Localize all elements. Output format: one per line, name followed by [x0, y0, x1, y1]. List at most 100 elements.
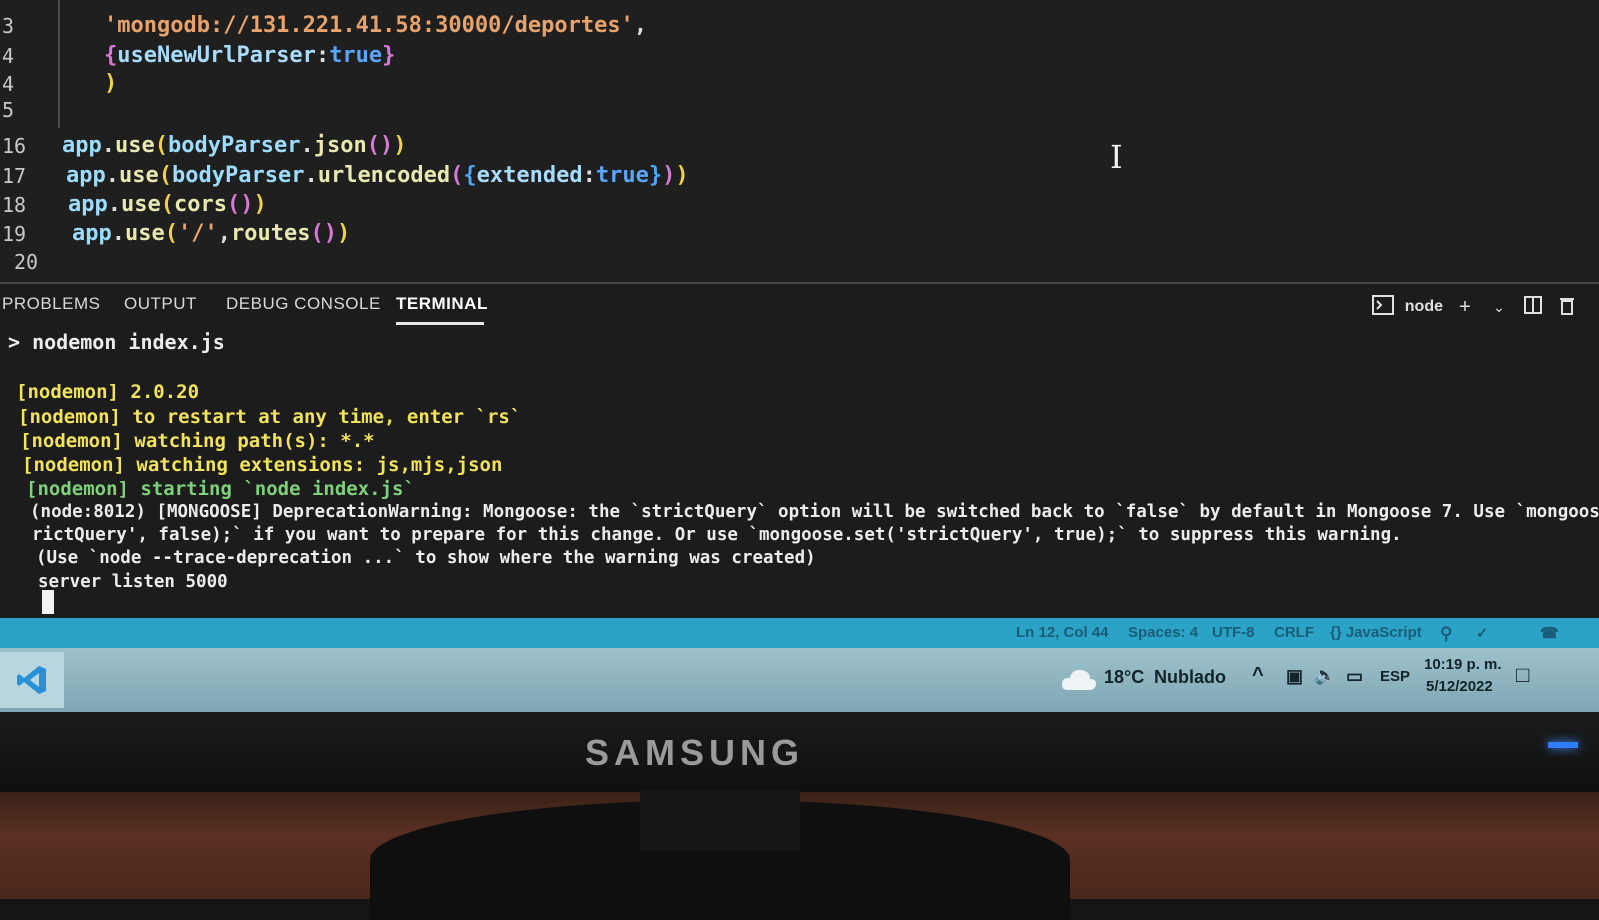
weather-desc[interactable]: Nublado	[1154, 667, 1226, 688]
code-token: json	[313, 133, 367, 158]
code-token: urlencoded	[317, 163, 451, 188]
line-number: 16	[2, 134, 27, 158]
code-line[interactable]: 20	[0, 248, 1599, 276]
terminal-line: rictQuery', false);` if you want to prep…	[32, 525, 1402, 545]
display-icon[interactable]: ▭	[1346, 666, 1363, 687]
terminal-name[interactable]: node	[1405, 298, 1443, 316]
terminal-output[interactable]: > nodemon index.js [nodemon] 2.0.20 [nod…	[0, 328, 1599, 618]
tab-output[interactable]: OUTPUT	[124, 294, 197, 314]
bottom-panel: PROBLEMS OUTPUT DEBUG CONSOLE TERMINAL n…	[0, 282, 1599, 620]
tab-problems[interactable]: PROBLEMS	[2, 294, 100, 314]
line-number: 20	[14, 250, 39, 274]
code-token: ()	[366, 133, 394, 158]
code-line[interactable]: 4 {useNewUrlParser:true}	[0, 42, 1599, 70]
code-token: true	[595, 163, 649, 188]
text-cursor-icon: I	[1110, 138, 1123, 176]
feedback-icon[interactable]: ⚲	[1440, 624, 1452, 644]
code-token: true	[329, 43, 383, 68]
terminal-prompt: > nodemon index.js	[8, 330, 225, 354]
code-text: app.use('/',routes())	[72, 220, 350, 248]
language-indicator[interactable]: ESP	[1380, 668, 1410, 685]
code-token: 'mongodb://131.221.41.58:30000/deportes'	[104, 13, 634, 38]
code-token: :	[582, 163, 596, 188]
code-token: app	[62, 133, 102, 158]
terminal-line: [nodemon] watching extensions: js,mjs,js…	[22, 454, 503, 476]
code-line[interactable]: 3 'mongodb://131.221.41.58:30000/deportes…	[0, 12, 1599, 40]
code-token: .	[101, 133, 115, 158]
status-indentation[interactable]: Spaces: 4	[1128, 624, 1198, 641]
clock-time[interactable]: 10:19 p. m.	[1424, 656, 1502, 673]
line-number: 4	[2, 72, 15, 96]
code-text: app.use(bodyParser.urlencoded({extended:…	[66, 162, 689, 190]
tab-terminal[interactable]: TERMINAL	[396, 294, 488, 314]
code-token: ()	[226, 192, 254, 217]
code-token: use	[119, 163, 159, 188]
check-icon[interactable]: ✓	[1476, 624, 1489, 642]
vscode-icon	[17, 666, 46, 694]
code-token: extended	[476, 163, 583, 188]
code-text: app.use(cors())	[68, 191, 267, 219]
code-token: app	[68, 192, 108, 217]
line-number: 3	[2, 14, 15, 38]
status-eol[interactable]: CRLF	[1274, 624, 1314, 641]
notifications-icon[interactable]: ☎	[1540, 624, 1559, 642]
code-token: .	[300, 133, 314, 158]
chevron-up-icon[interactable]: ^	[1252, 664, 1264, 687]
code-token: {	[104, 43, 118, 68]
status-language[interactable]: {} JavaScript	[1330, 624, 1422, 641]
code-line[interactable]: 16 app.use(bodyParser.json())	[0, 132, 1599, 160]
code-text: 'mongodb://131.221.41.58:30000/deportes'…	[104, 12, 647, 40]
terminal-line: [nodemon] watching path(s): *.*	[20, 430, 375, 452]
code-text: app.use(bodyParser.json())	[62, 132, 406, 160]
terminal-line: [nodemon] starting `node index.js`	[26, 478, 415, 500]
vscode-taskbar-button[interactable]	[0, 652, 64, 708]
split-icon[interactable]	[1521, 295, 1545, 319]
code-token: app	[66, 163, 106, 188]
code-token: .	[111, 221, 125, 246]
code-token: '/'	[178, 221, 218, 246]
tab-debug-console[interactable]: DEBUG CONSOLE	[226, 294, 381, 314]
code-token: .	[304, 163, 318, 188]
chevron-down-icon[interactable]: ⌄	[1487, 295, 1511, 319]
code-line[interactable]: 4)	[0, 70, 1599, 98]
code-token: (	[158, 163, 172, 188]
code-line[interactable]: 18 app.use(cors())	[0, 191, 1599, 219]
code-token: useNewUrlParser	[117, 43, 316, 68]
taskbar: 18°C Nublado ^ ▣ 🔈 ▭ ESP 10:19 p. m. 5/1…	[0, 648, 1599, 712]
code-token: ()	[310, 221, 337, 246]
terminal-icon[interactable]	[1371, 295, 1395, 319]
trash-icon[interactable]	[1555, 295, 1579, 319]
terminal-line: (node:8012) [MONGOOSE] DeprecationWarnin…	[30, 502, 1599, 522]
code-token: )	[393, 133, 407, 158]
code-line[interactable]: 17 app.use(bodyParser.urlencoded({extende…	[0, 162, 1599, 190]
code-text: )	[104, 70, 117, 98]
line-number: 4	[2, 44, 15, 68]
code-editor[interactable]: 3 'mongodb://131.221.41.58:30000/deportes…	[0, 0, 1599, 282]
code-token: {	[463, 163, 477, 188]
code-token: use	[121, 192, 161, 217]
status-cursor-position[interactable]: Ln 12, Col 44	[1016, 624, 1109, 641]
action-center-icon[interactable]: □	[1516, 662, 1529, 688]
terminal-cursor	[42, 590, 54, 614]
code-line[interactable]: 5	[0, 96, 1599, 124]
cloud-icon	[1061, 669, 1097, 690]
code-text: {useNewUrlParser:true}	[104, 42, 395, 70]
code-token: ,	[633, 13, 648, 38]
code-token: (	[450, 163, 464, 188]
code-token: :	[315, 43, 330, 68]
status-encoding[interactable]: UTF-8	[1212, 624, 1255, 641]
code-token: bodyParser	[168, 133, 301, 158]
monitor-bezel: SAMSUNG	[0, 712, 1599, 792]
network-icon[interactable]: ▣	[1286, 666, 1303, 687]
code-token: .	[105, 163, 119, 188]
code-token: routes	[231, 221, 311, 246]
weather-temp[interactable]: 18°C	[1104, 667, 1144, 688]
line-number: 18	[2, 193, 27, 217]
volume-icon[interactable]: 🔈	[1314, 665, 1336, 686]
code-token: )	[336, 221, 351, 246]
clock-date[interactable]: 5/12/2022	[1426, 678, 1493, 695]
line-number: 5	[2, 98, 15, 122]
code-line[interactable]: 19 app.use('/',routes())	[0, 220, 1599, 248]
monitor-brand: SAMSUNG	[585, 732, 805, 773]
plus-icon[interactable]: +	[1453, 295, 1477, 319]
